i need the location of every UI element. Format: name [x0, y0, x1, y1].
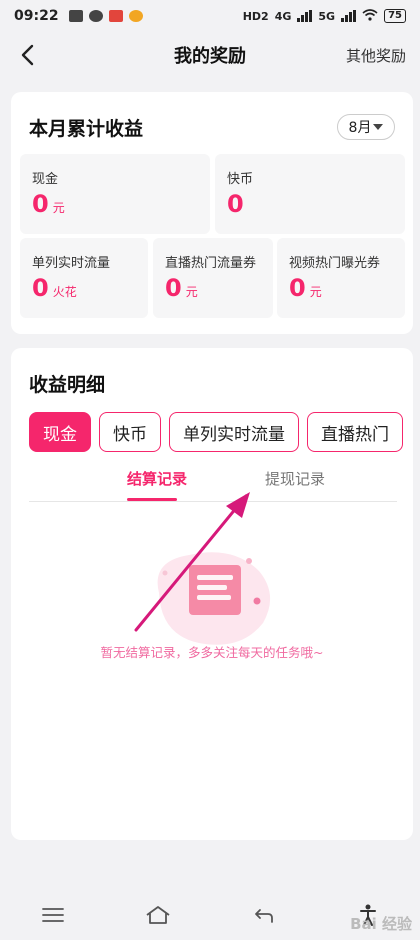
- nav-home-button[interactable]: [138, 895, 178, 935]
- home-icon: [145, 906, 170, 924]
- empty-state-text: 暂无结算记录，多多关注每天的任务哦~: [100, 645, 324, 660]
- store-icon: [108, 10, 123, 22]
- single-flow-value: 0 火花: [32, 274, 77, 302]
- weibo-icon: [128, 10, 143, 22]
- single-flow-label: 单列实时流量: [32, 256, 111, 271]
- system-nav-bar: Bai 经验: [0, 890, 420, 940]
- nav-menu-button[interactable]: [33, 895, 73, 935]
- tab-withdrawal-records[interactable]: 提现记录: [265, 468, 325, 489]
- record-subtabs: 结算记录 提现记录: [29, 464, 397, 502]
- monthly-earnings-card: 本月累计收益 8月 现金 0元 快币 0 单列实时流量 0 火花 直播热门流量券 …: [11, 92, 413, 334]
- cash-amount: 0: [32, 190, 49, 218]
- tab-settlement-records[interactable]: 结算记录: [127, 468, 187, 489]
- coins-stat: 快币 0: [215, 154, 405, 234]
- live-hot-stat: 直播热门流量券 0元: [153, 238, 273, 318]
- other-rewards-link[interactable]: 其他奖励: [346, 45, 406, 66]
- cash-unit: 元: [52, 201, 65, 215]
- live-hot-unit: 元: [185, 285, 198, 299]
- status-time: 09:22: [14, 8, 59, 24]
- gallery-icon: [68, 10, 83, 22]
- signal-icon: [297, 10, 313, 22]
- watermark: Bai 经验: [350, 915, 412, 933]
- video-hot-stat: 视频热门曝光券 0元: [277, 238, 405, 318]
- network-4g: 4G: [274, 9, 292, 23]
- month-select[interactable]: 8月: [337, 114, 395, 140]
- cash-value: 0元: [32, 190, 65, 218]
- video-hot-value: 0元: [289, 274, 322, 302]
- video-hot-label: 视频热门曝光券: [289, 256, 381, 271]
- back-nav-icon: [254, 909, 273, 923]
- pill-live-hot[interactable]: 直播热门: [307, 412, 403, 452]
- active-tab-indicator: [127, 498, 177, 501]
- app-icon: [88, 10, 103, 22]
- header: 我的奖励 其他奖励: [0, 32, 420, 78]
- battery-icon: 75: [384, 9, 406, 23]
- category-tabs: 现金 快币 单列实时流量 直播热门: [29, 412, 403, 454]
- month-value: 8月: [348, 120, 372, 136]
- video-hot-amount: 0: [289, 274, 306, 302]
- coins-label: 快币: [227, 172, 254, 187]
- cash-label: 现金: [32, 172, 59, 187]
- earnings-title: 本月累计收益: [29, 118, 144, 140]
- status-bar: 09:22 HD2 4G 5G 75: [0, 0, 420, 32]
- video-hot-unit: 元: [309, 285, 322, 299]
- live-hot-amount: 0: [165, 274, 182, 302]
- back-button[interactable]: [14, 42, 40, 68]
- status-right: HD2 4G 5G 75: [242, 8, 406, 24]
- caret-down-icon: [373, 124, 384, 130]
- network-5g: 5G: [318, 9, 336, 23]
- details-title: 收益明细: [29, 374, 106, 396]
- page-title: 我的奖励: [174, 46, 246, 67]
- empty-records-illustration: [157, 552, 271, 645]
- nav-back-button[interactable]: [243, 895, 283, 935]
- single-flow-unit: 火花: [52, 285, 77, 299]
- pill-cash[interactable]: 现金: [29, 412, 91, 452]
- chevron-left-icon: [21, 44, 34, 66]
- pill-single-flow[interactable]: 单列实时流量: [169, 412, 299, 452]
- menu-icon: [41, 908, 64, 922]
- coins-value: 0: [227, 190, 244, 218]
- wifi-icon: [362, 8, 378, 24]
- signal-icon-2: [341, 10, 357, 22]
- earnings-details-card: 收益明细 现金 快币 单列实时流量 直播热门 结算记录 提现记录 暂无结算记录，…: [11, 348, 413, 840]
- live-hot-label: 直播热门流量券: [165, 256, 257, 271]
- hd-badge: HD2: [242, 9, 269, 23]
- live-hot-value: 0元: [165, 274, 198, 302]
- pill-coins[interactable]: 快币: [99, 412, 161, 452]
- single-flow-stat: 单列实时流量 0 火花: [20, 238, 148, 318]
- notification-icons: [68, 10, 143, 22]
- single-flow-amount: 0: [32, 274, 49, 302]
- cash-stat: 现金 0元: [20, 154, 210, 234]
